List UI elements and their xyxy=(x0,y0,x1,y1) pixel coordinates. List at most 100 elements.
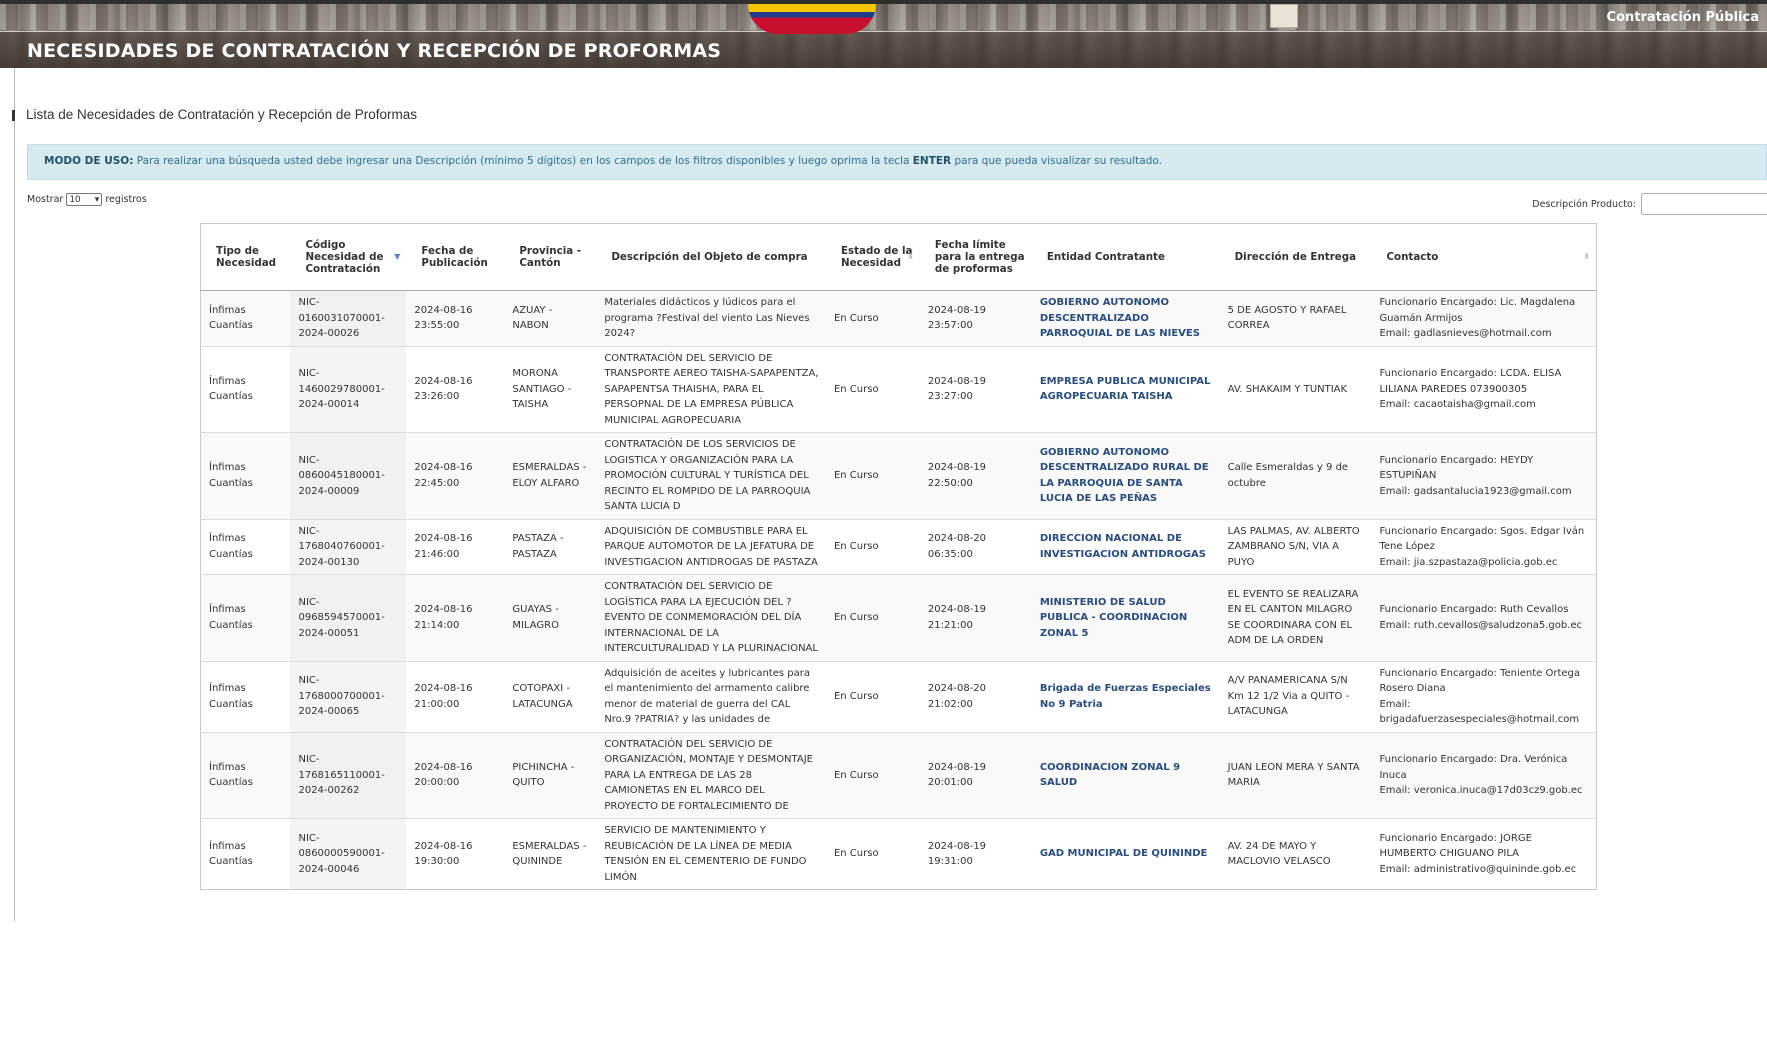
cell-codigo: NIC-0968594570001-2024-00051 xyxy=(290,574,407,661)
col-estado-header[interactable]: Estado de la Necesidad ⬍ xyxy=(825,223,920,291)
cell-fecha-limite: 2024-08-20 21:02:00 xyxy=(919,660,1032,732)
cell-contacto: Funcionario Encargado: Dra. Verónica Inu… xyxy=(1371,731,1597,819)
info-text-2: para que pueda visualizar su resultado. xyxy=(951,155,1162,167)
col-direccion-label: Dirección de Entrega xyxy=(1234,251,1357,263)
usage-info-box: MODO DE USO: Para realizar una búsqueda … xyxy=(27,144,1767,180)
cell-fecha: 2024-08-16 21:14:00 xyxy=(406,574,505,661)
cell-provincia: MORONA SANTIAGO - TAISHA xyxy=(504,345,597,433)
cell-descripcion: CONTRATACIÓN DE LOS SERVICIOS DE LOGISTI… xyxy=(596,432,826,519)
cell-tipo: Ínfimas Cuantías xyxy=(200,660,291,732)
cell-codigo: NIC-1768165110001-2024-00262 xyxy=(290,731,407,819)
cell-estado: En Curso xyxy=(825,818,920,890)
filter-label: Descripción Producto: xyxy=(1532,198,1636,210)
sort-both-icon: ⬍ xyxy=(1583,252,1590,261)
cell-fecha-limite: 2024-08-19 20:01:00 xyxy=(919,731,1032,819)
cell-direccion: 5 DE AGOSTO Y RAFAEL CORREA xyxy=(1219,290,1372,346)
cell-estado: En Curso xyxy=(825,660,920,732)
description-filter-input[interactable] xyxy=(1641,193,1767,215)
cell-descripcion: SERVICIO DE MANTENIMIENTO Y REUBICACIÓN … xyxy=(596,818,826,890)
page-length-control: Mostrar 10 ▾ registros xyxy=(27,193,147,206)
cell-fecha-limite: 2024-08-19 19:31:00 xyxy=(919,818,1032,890)
col-fecha-limite-header[interactable]: Fecha límite para la entrega de proforma… xyxy=(919,223,1032,291)
contact-email: Email: jia.szpastaza@policia.gob.ec xyxy=(1379,556,1558,568)
cell-entidad-link[interactable]: DIRECCION NACIONAL DE INVESTIGACION ANTI… xyxy=(1031,518,1220,575)
cell-direccion: Calle Esmeraldas y 9 de octubre xyxy=(1219,432,1372,519)
col-descripcion-label: Descripción del Objeto de compra xyxy=(611,251,808,263)
cell-entidad-link[interactable]: COORDINACION ZONAL 9 SALUD xyxy=(1031,731,1220,819)
cell-descripcion: Materiales didácticos y lúdicos para el … xyxy=(596,290,826,346)
col-direccion-header[interactable]: Dirección de Entrega xyxy=(1219,223,1372,291)
info-text-1: Para realizar una búsqueda usted debe in… xyxy=(133,155,913,167)
cell-direccion: A/V PANAMERICANA S/N Km 12 1/2 Via a QUI… xyxy=(1219,660,1372,732)
cell-estado: En Curso xyxy=(825,432,920,519)
contact-name: Funcionario Encargado: Teniente Ortega R… xyxy=(1379,667,1581,695)
cell-descripcion: CONTRATACIÓN DEL SERVICIO DE ORGANIZACIÓ… xyxy=(596,731,826,819)
contact-name: Funcionario Encargado: JORGE HUMBERTO CH… xyxy=(1379,832,1532,860)
contact-email: Email: gadsantalucia1923@gmail.com xyxy=(1379,485,1572,497)
cell-provincia: ESMERALDAS - QUININDE xyxy=(504,818,597,890)
cell-provincia: ESMERALDAS - ELOY ALFARO xyxy=(504,432,597,519)
cell-descripcion: ADQUISICIÓN DE COMBUSTIBLE PARA EL PARQU… xyxy=(596,518,826,575)
col-tipo-header[interactable]: Tipo de Necesidad xyxy=(200,223,291,291)
contact-name: Funcionario Encargado: LCDA. ELISA LILIA… xyxy=(1379,368,1562,395)
contact-name: Funcionario Encargado: Dra. Verónica Inu… xyxy=(1379,754,1568,781)
cell-estado: En Curso xyxy=(825,345,920,433)
col-fecha-limite-label: Fecha límite para la entrega de proforma… xyxy=(934,239,1025,275)
col-codigo-header[interactable]: Código Necesidad de Contratación ▼ xyxy=(290,223,407,291)
cell-entidad-link[interactable]: GAD MUNICIPAL DE QUININDE xyxy=(1031,818,1220,890)
length-prefix: Mostrar xyxy=(27,194,64,205)
col-provincia-header[interactable]: Provincia - Cantón xyxy=(504,223,597,291)
cell-direccion: EL EVENTO SE REALIZARA EN EL CANTON MILA… xyxy=(1219,574,1372,661)
cell-entidad-link[interactable]: GOBIERNO AUTONOMO DESCENTRALIZADO PARROQ… xyxy=(1031,290,1220,346)
cell-tipo: Ínfimas Cuantías xyxy=(200,345,291,433)
contact-name: Funcionario Encargado: HEYDY ESTUPIÑAN xyxy=(1379,454,1534,482)
contact-email: Email: cacaotaisha@gmail.com xyxy=(1379,399,1536,410)
contact-email: Email: brigadafuerzasespeciales@hotmail.… xyxy=(1379,698,1580,726)
col-provincia-label: Provincia - Cantón xyxy=(519,245,582,269)
col-fecha-label: Fecha de Publicación xyxy=(421,245,488,269)
brand-text: Contratación Pública xyxy=(1606,10,1759,25)
col-fecha-header[interactable]: Fecha de Publicación xyxy=(406,223,505,291)
contact-name: Funcionario Encargado: Lic. Magdalena Gu… xyxy=(1379,297,1576,324)
cell-estado: En Curso xyxy=(825,574,920,661)
cell-fecha-limite: 2024-08-19 23:57:00 xyxy=(919,290,1032,346)
cell-codigo: NIC-1768000700001-2024-00065 xyxy=(290,660,407,732)
cell-descripcion: CONTRATACIÓN DEL SERVICIO DE LOGÍSTICA P… xyxy=(596,574,826,661)
flag-image xyxy=(748,4,876,34)
cell-direccion: AV. SHAKAIM Y TUNTIAK xyxy=(1219,345,1372,433)
cell-codigo: NIC-0860045180001-2024-00009 xyxy=(290,432,407,519)
cell-entidad-link[interactable]: EMPRESA PUBLICA MUNICIPAL AGROPECUARIA T… xyxy=(1031,345,1220,433)
col-entidad-header[interactable]: Entidad Contratante xyxy=(1031,223,1220,291)
header-banner: Contratación Pública NECESIDADES DE CONT… xyxy=(0,0,1767,68)
page-length-select[interactable]: 10 ▾ xyxy=(66,193,103,206)
contact-email: Email: gadlasnieves@hotmail.com xyxy=(1379,328,1552,339)
col-descripcion-header[interactable]: Descripción del Objeto de compra xyxy=(596,223,826,291)
cell-fecha: 2024-08-16 21:00:00 xyxy=(406,660,505,732)
cell-fecha: 2024-08-16 20:00:00 xyxy=(406,731,505,819)
cell-tipo: Ínfimas Cuantías xyxy=(200,574,291,661)
col-codigo-label: Código Necesidad de Contratación xyxy=(305,239,384,275)
col-contacto-header[interactable]: Contacto ⬍ xyxy=(1371,223,1597,291)
table-row: Ínfimas Cuantías NIC-0160031070001-2024-… xyxy=(200,290,1597,346)
cell-fecha-limite: 2024-08-19 23:27:00 xyxy=(919,345,1032,433)
cell-codigo: NIC-0860000590001-2024-00046 xyxy=(290,818,407,890)
contact-name: Funcionario Encargado: Ruth Cevallos xyxy=(1379,604,1569,616)
description-filter: Descripción Producto: xyxy=(1532,193,1767,215)
cell-entidad-link[interactable]: MINISTERIO DE SALUD PUBLICA - COORDINACI… xyxy=(1031,574,1220,661)
cell-contacto: Funcionario Encargado: Teniente Ortega R… xyxy=(1371,660,1597,732)
page-title: NECESIDADES DE CONTRATACIÓN Y RECEPCIÓN … xyxy=(27,40,722,62)
cell-estado: En Curso xyxy=(825,290,920,346)
cell-entidad-link[interactable]: Brigada de Fuerzas Especiales No 9 Patri… xyxy=(1031,660,1220,732)
contact-email: Email: veronica.inuca@17d03cz9.gob.ec xyxy=(1379,785,1583,796)
table-header-row: Tipo de Necesidad Código Necesidad de Co… xyxy=(200,223,1597,291)
cell-tipo: Ínfimas Cuantías xyxy=(200,432,291,519)
cell-tipo: Ínfimas Cuantías xyxy=(200,518,291,575)
contact-email: Email: administrativo@quininde.gob.ec xyxy=(1379,863,1577,875)
tower-image xyxy=(1270,4,1298,28)
cell-contacto: Funcionario Encargado: LCDA. ELISA LILIA… xyxy=(1371,345,1597,433)
needs-table: Tipo de Necesidad Código Necesidad de Co… xyxy=(200,223,1597,890)
cell-contacto: Funcionario Encargado: HEYDY ESTUPIÑAN Em… xyxy=(1371,432,1597,519)
cell-entidad-link[interactable]: GOBIERNO AUTONOMO DESCENTRALIZADO RURAL … xyxy=(1031,432,1220,519)
table-row: Ínfimas Cuantías NIC-1460029780001-2024-… xyxy=(200,345,1597,433)
cell-descripcion: Adquisición de aceites y lubricantes par… xyxy=(596,660,826,732)
